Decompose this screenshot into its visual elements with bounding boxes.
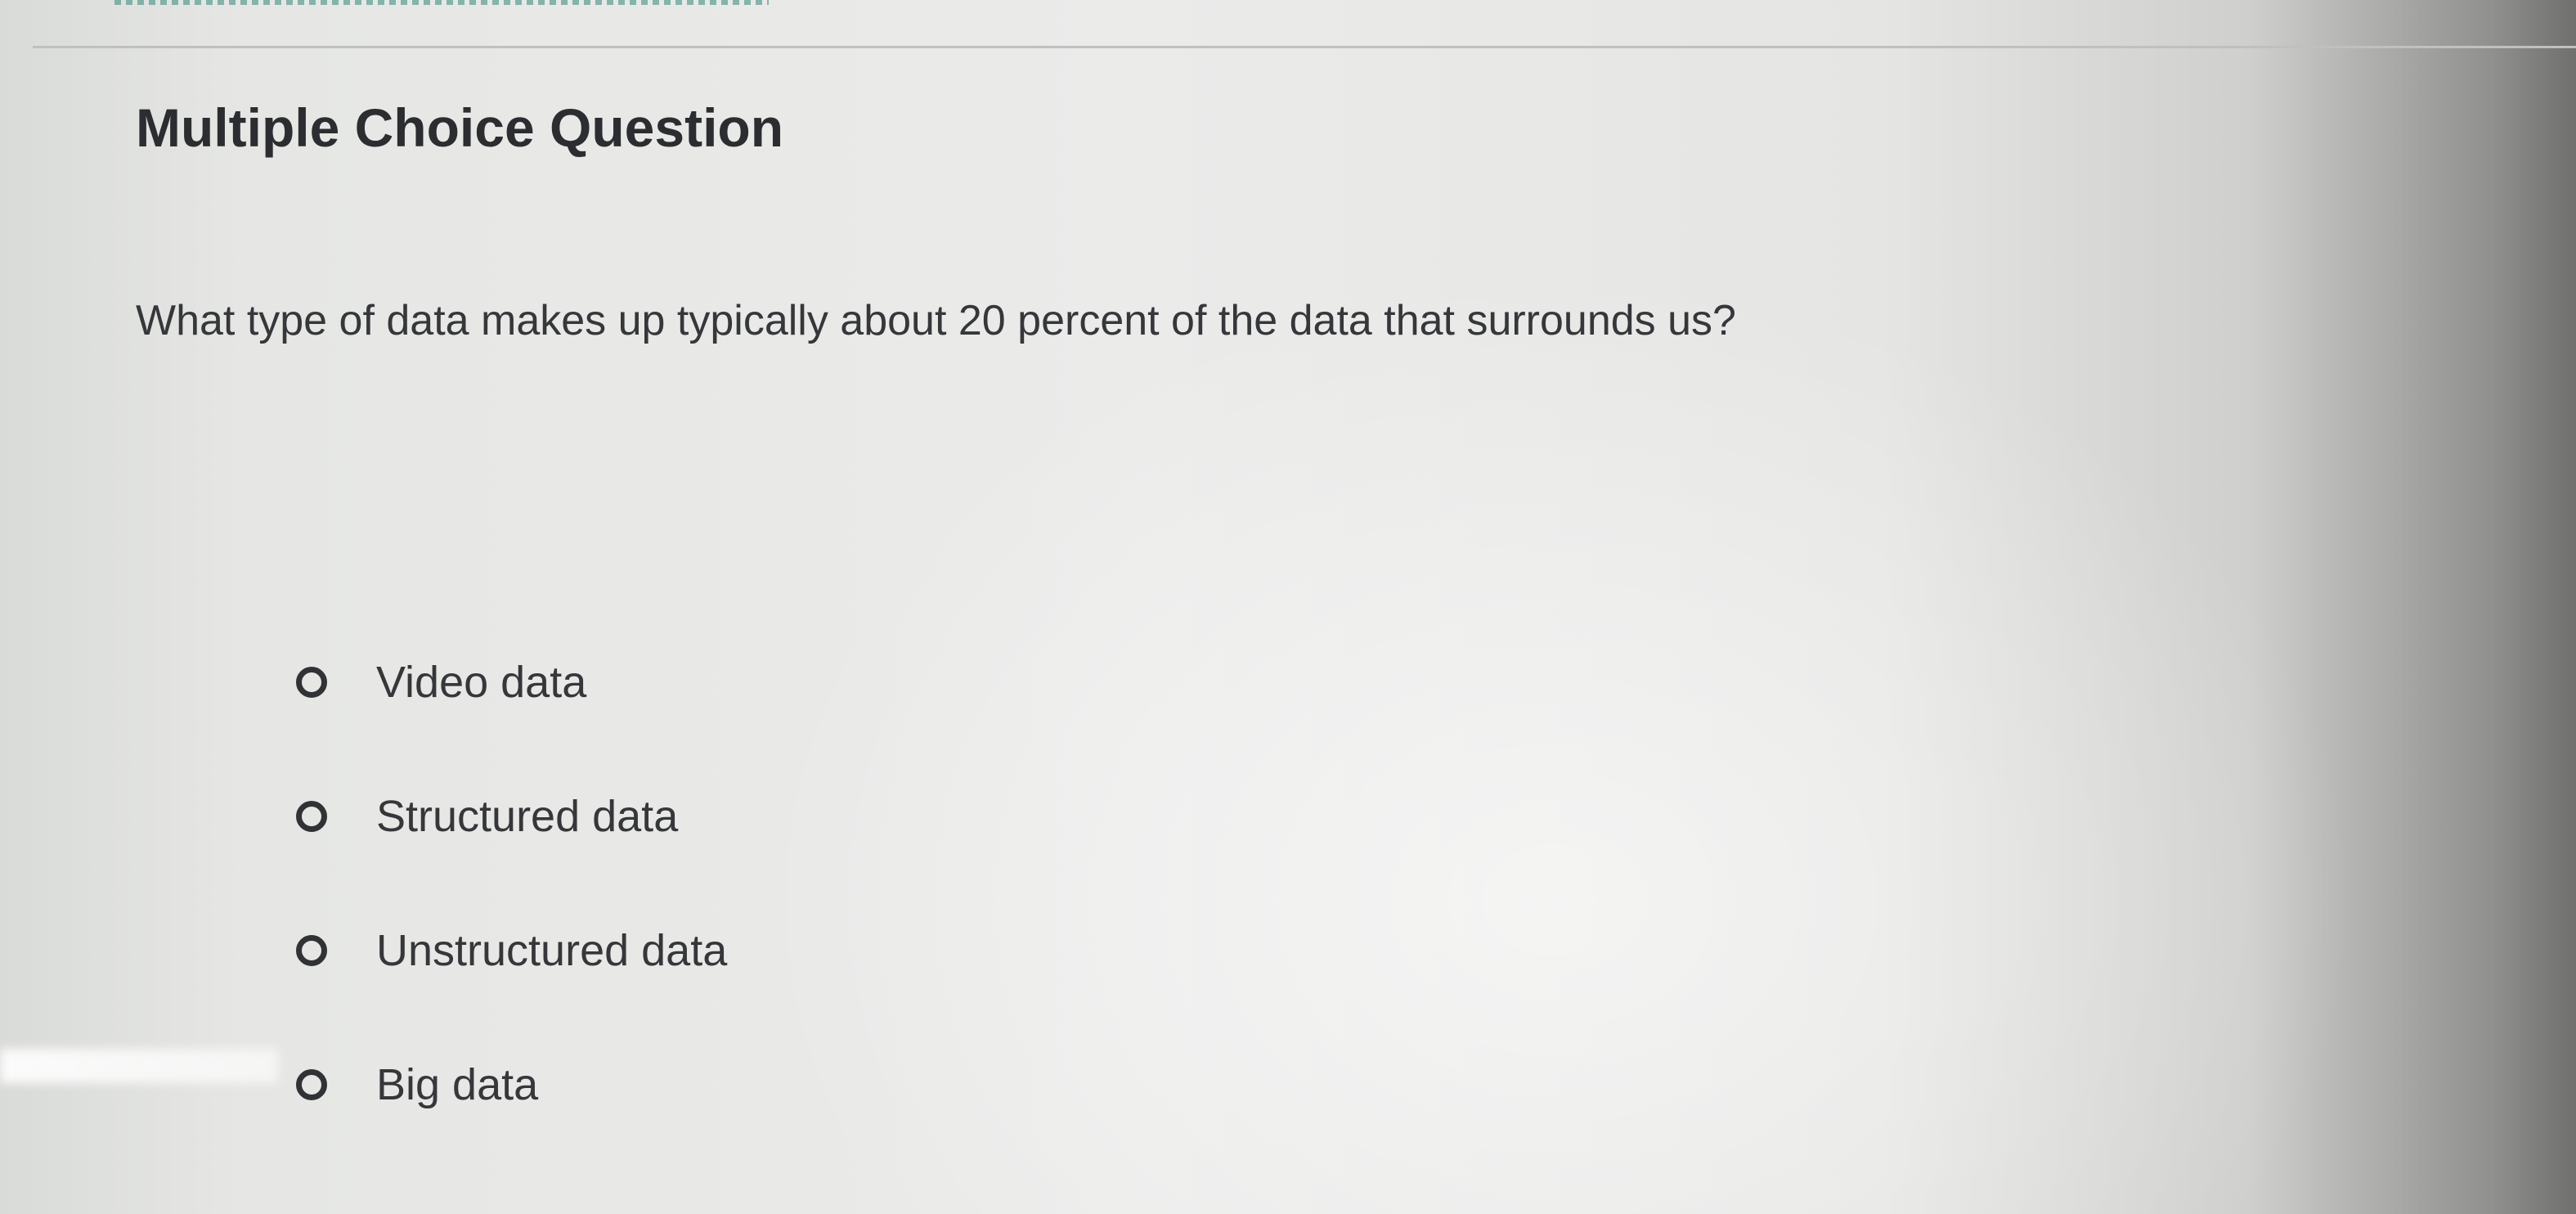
top-divider: [33, 46, 2576, 48]
question-title: Multiple Choice Question: [136, 97, 784, 158]
option-label: Big data: [376, 1060, 539, 1109]
option-video-data[interactable]: Video data: [296, 615, 727, 749]
option-label: Structured data: [376, 792, 679, 841]
option-big-data[interactable]: Big data: [296, 1018, 727, 1152]
radio-button-icon[interactable]: [296, 935, 327, 966]
option-label: Video data: [376, 658, 587, 707]
question-text: What type of data makes up typically abo…: [136, 297, 1736, 344]
radio-button-icon[interactable]: [296, 667, 327, 698]
radio-button-icon[interactable]: [296, 1069, 327, 1100]
top-progress-indicator: [114, 0, 769, 5]
screen-glare: [0, 1049, 278, 1083]
option-label: Unstructured data: [376, 926, 728, 975]
option-structured-data[interactable]: Structured data: [296, 749, 727, 884]
option-unstructured-data[interactable]: Unstructured data: [296, 884, 727, 1018]
radio-button-icon[interactable]: [296, 801, 327, 832]
answer-options: Video data Structured data Unstructured …: [296, 615, 727, 1152]
